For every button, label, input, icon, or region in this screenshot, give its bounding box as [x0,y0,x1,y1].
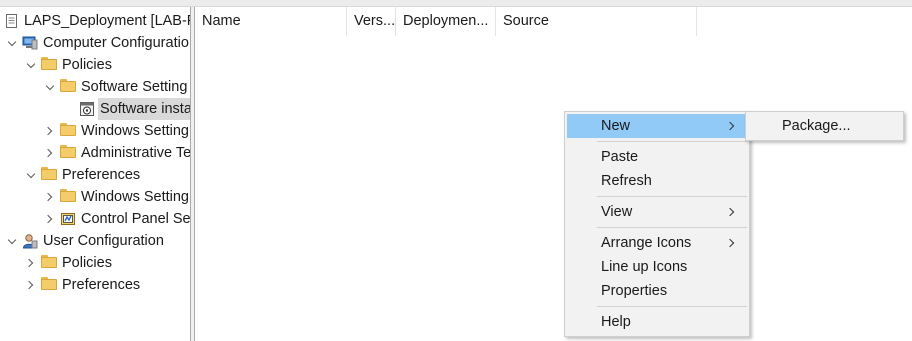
tree-item-label: Policies [62,255,112,271]
menu-item-properties[interactable]: Properties [567,279,747,303]
menu-item-label: Refresh [601,173,652,189]
expand-chevron-icon[interactable] [6,230,18,252]
chevron-right-icon [727,231,735,255]
tree-item-label: Windows Setting [81,189,189,205]
column-header-deployment[interactable]: Deploymen... [396,7,496,36]
tree-item-label: Preferences [62,277,141,293]
folder-icon [41,277,57,290]
menu-separator [597,227,747,228]
tree-item-administrative-templates[interactable]: Administrative Te [0,142,190,164]
tree-item-computer-configuration[interactable]: Computer Configuratio [0,32,190,54]
tree-item-preferences[interactable]: Preferences [0,164,190,186]
menu-item-label: Paste [601,149,639,165]
tree-item-label: Windows Setting [81,123,189,139]
menu-item-line-up-icons[interactable]: Line up Icons [567,255,747,279]
tree-item-gpo-root[interactable]: LAPS_Deployment [LAB-F [0,10,190,32]
title-strip [0,0,912,7]
tree-item-preferences-windows-settings[interactable]: Windows Setting [0,186,190,208]
tree-item-label: LAPS_Deployment [LAB-F [24,13,190,29]
menu-item-new[interactable]: New [567,114,747,138]
software-installation-icon [79,101,95,117]
tree-item-user-configuration[interactable]: User Configuration [0,230,190,252]
expand-chevron-icon[interactable] [25,54,37,76]
context-menu: New Paste Refresh View Arrange Icons Lin… [564,111,750,337]
new-submenu: Package... [745,111,904,141]
menu-item-label: Help [601,314,631,330]
tree-item-policies[interactable]: Policies [0,54,190,76]
column-header-source[interactable]: Source [496,7,697,36]
menu-item-label: Properties [601,283,668,299]
tree-item-label: Administrative Te [81,145,190,161]
menu-item-label: View [601,204,633,220]
expand-chevron-icon[interactable] [44,76,56,98]
tree-item-label: Software insta [98,98,190,120]
chevron-right-icon [727,114,735,138]
tree-item-software-installation[interactable]: Software insta [0,98,190,120]
folder-icon [60,189,76,202]
tree-item-control-panel-settings[interactable]: Control Panel Se [0,208,190,230]
details-list-view[interactable]: Name Vers... Deploymen... Source [195,7,912,341]
computer-icon [22,35,38,51]
menu-item-refresh[interactable]: Refresh [567,169,747,193]
tree-item-user-preferences[interactable]: Preferences [0,274,190,296]
menu-item-label: Arrange Icons [601,235,692,251]
menu-item-label: New [601,118,631,134]
menu-item-arrange-icons[interactable]: Arrange Icons [567,231,747,255]
menu-item-paste[interactable]: Paste [567,145,747,169]
menu-separator [597,306,747,307]
user-icon [22,233,38,249]
tree-item-label: Control Panel Se [81,211,190,227]
chevron-right-icon [727,200,735,224]
menu-item-help[interactable]: Help [567,310,747,334]
tree-item-software-settings[interactable]: Software Setting [0,76,190,98]
tree-item-windows-settings[interactable]: Windows Setting [0,120,190,142]
tree-item-label: Software Setting [81,79,188,95]
tree-item-label: Computer Configuratio [43,35,189,51]
menu-item-label: Line up Icons [601,259,688,275]
column-header-bar: Name Vers... Deploymen... Source [195,7,912,36]
menu-item-label: Package... [782,118,851,134]
menu-separator [597,196,747,197]
menu-item-view[interactable]: View [567,200,747,224]
folder-icon [41,167,57,180]
tree-item-label: Policies [62,57,112,73]
column-header-version[interactable]: Vers... [347,7,396,36]
console-tree[interactable]: LAPS_Deployment [LAB-F Computer Configur… [0,7,190,341]
folder-icon [41,255,57,268]
folder-icon [60,145,76,158]
control-panel-icon [60,211,76,227]
expand-chevron-icon[interactable] [43,142,56,164]
expand-chevron-icon[interactable] [43,208,56,230]
column-header-name[interactable]: Name [195,7,347,36]
expand-chevron-icon[interactable] [25,164,37,186]
tree-item-user-policies[interactable]: Policies [0,252,190,274]
menu-item-package[interactable]: Package... [748,114,901,138]
gpo-document-icon [4,13,20,29]
expand-chevron-icon[interactable] [24,274,37,296]
folder-icon [41,57,57,70]
expand-chevron-icon[interactable] [24,252,37,274]
expand-chevron-icon[interactable] [6,32,18,54]
folder-icon [60,123,76,136]
tree-item-label: Preferences [62,167,141,183]
tree-item-label: User Configuration [43,233,164,249]
expand-chevron-icon[interactable] [43,186,56,208]
folder-icon [60,79,76,92]
expand-chevron-icon[interactable] [43,120,56,142]
menu-separator [597,141,747,142]
